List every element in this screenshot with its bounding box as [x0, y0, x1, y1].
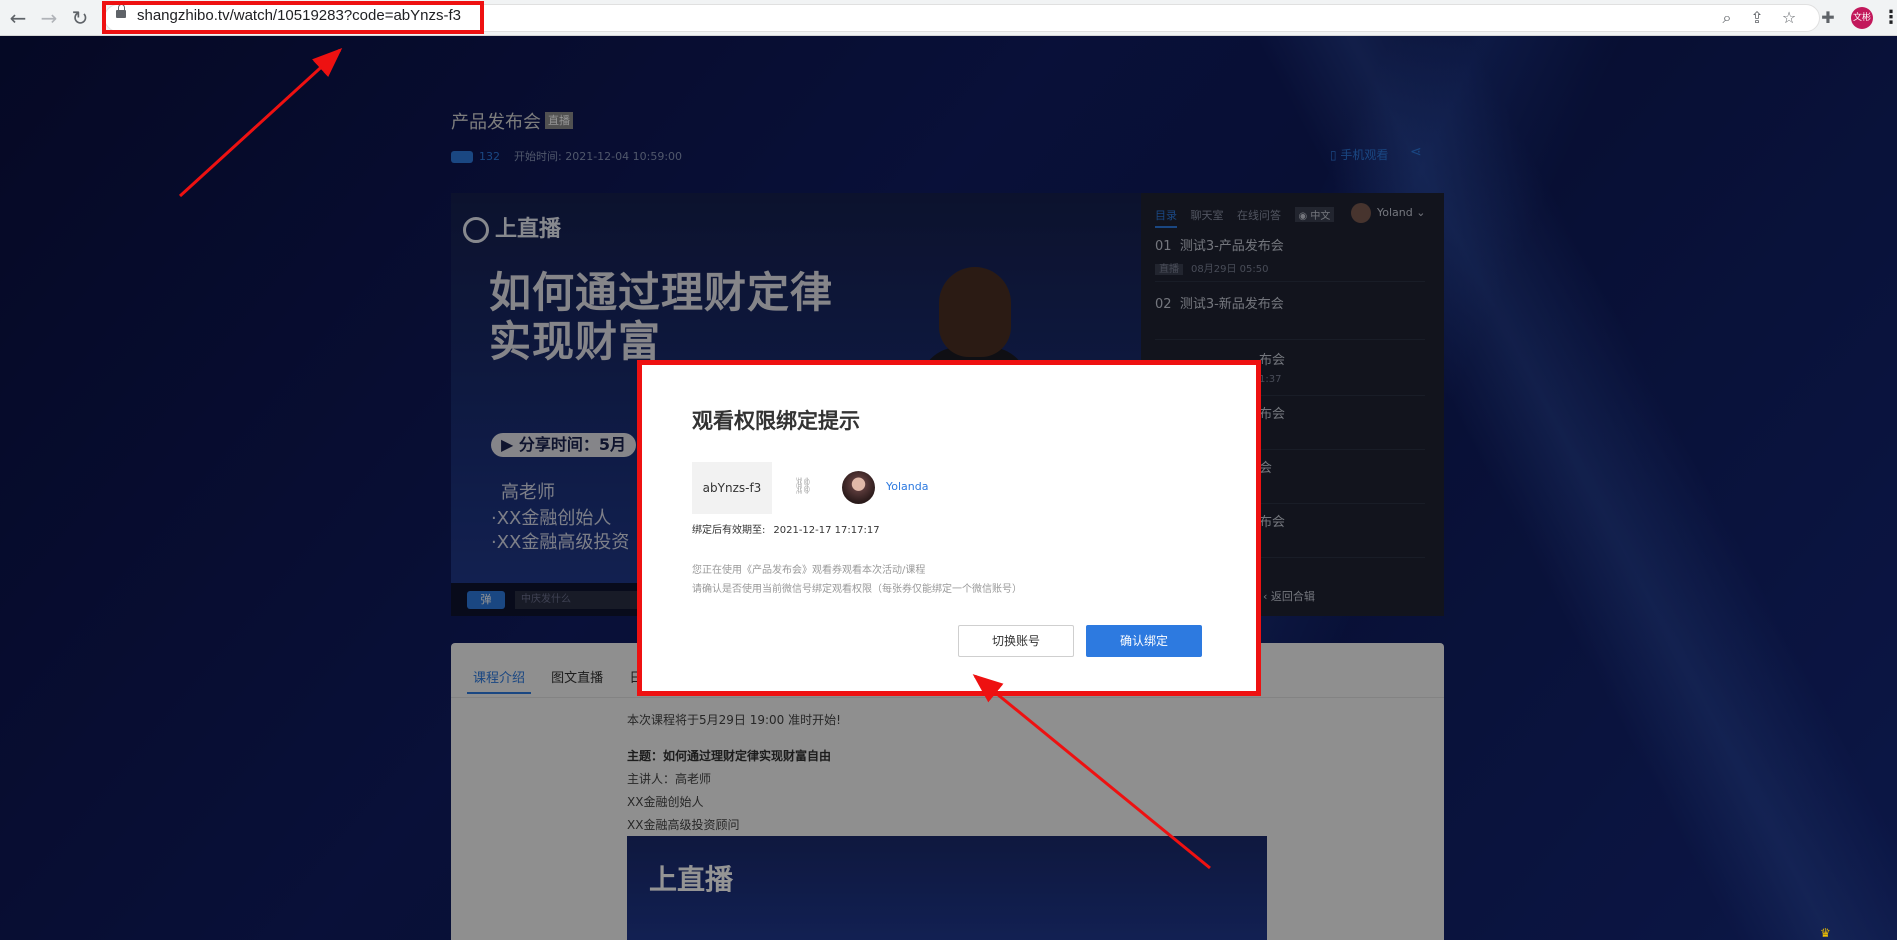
profile-avatar[interactable]: 文彬	[1851, 7, 1873, 29]
link-icon: ⛓	[793, 476, 814, 495]
crown-watermark-icon: ♛	[1820, 926, 1831, 940]
browser-menu-icon[interactable]: ⋮	[1882, 6, 1897, 30]
browser-toolbar: ← → ↻ shangzhibo.tv/watch/10519283?code=…	[0, 0, 1897, 36]
binding-dialog: 观看权限绑定提示 abYnzs-f3 ⛓ Yolanda 绑定后有效期至: 202…	[637, 360, 1261, 696]
notice-line-1: 您正在使用《产品发布会》观看券观看本次活动/课程	[692, 565, 926, 576]
forward-icon[interactable]: →	[37, 6, 61, 30]
extensions-icon[interactable]: ✚	[1818, 8, 1838, 28]
reload-icon[interactable]: ↻	[68, 6, 92, 30]
ticket-code: abYnzs-f3	[692, 462, 772, 514]
confirm-bind-button[interactable]: 确认绑定	[1086, 625, 1202, 657]
avatar	[842, 471, 875, 504]
user-name: Yolanda	[886, 480, 929, 493]
dialog-title: 观看权限绑定提示	[692, 409, 860, 433]
url-highlight-box	[102, 1, 484, 34]
zoom-icon[interactable]: ⌕	[1717, 8, 1737, 28]
validity-row: 绑定后有效期至: 2021-12-17 17:17:17	[692, 521, 888, 536]
back-icon[interactable]: ←	[6, 6, 30, 30]
page-background: 产品发布会 直播 132 开始时间: 2021-12-04 10:59:00 ▯ …	[0, 36, 1897, 940]
share-page-icon[interactable]: ⇪	[1747, 8, 1767, 28]
notice-line-2: 请确认是否使用当前微信号绑定观看权限（每张券仅能绑定一个微信账号）	[692, 584, 1022, 595]
validity-label: 绑定后有效期至:	[692, 525, 766, 536]
bookmark-star-icon[interactable]: ☆	[1779, 8, 1799, 28]
validity-date: 2021-12-17 17:17:17	[773, 525, 880, 536]
switch-account-button[interactable]: 切换账号	[958, 625, 1074, 657]
